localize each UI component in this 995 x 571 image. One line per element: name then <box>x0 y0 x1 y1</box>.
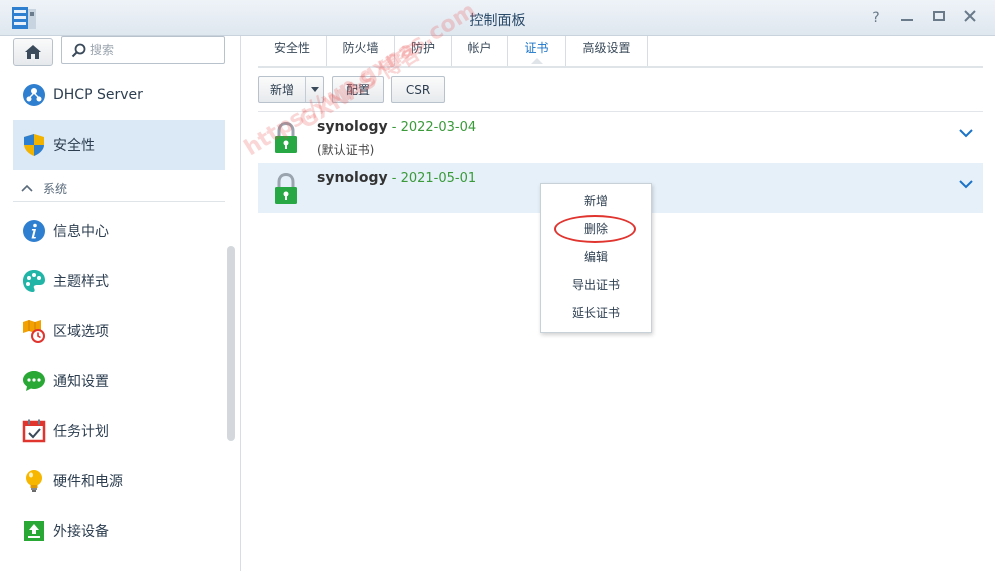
highlight-circle-annotation <box>554 215 636 243</box>
sidebar-item-label: 主题样式 <box>53 274 109 290</box>
notification-chat-icon <box>21 368 47 394</box>
certificate-date: - 2021-05-01 <box>387 171 477 186</box>
menu-item-renew-certificate[interactable]: 延长证书 <box>541 302 651 324</box>
search-input[interactable] <box>90 41 218 59</box>
sidebar-item-label: 区域选项 <box>53 324 109 340</box>
window-title: 控制面板 <box>469 13 526 29</box>
sidebar: DHCP Server 安全性 系统 信息中心 <box>0 36 241 571</box>
dhcp-network-icon <box>21 82 47 108</box>
maximize-icon[interactable] <box>929 8 949 28</box>
sidebar-item-label: 任务计划 <box>53 424 109 440</box>
section-label: 系统 <box>43 182 68 196</box>
regional-options-icon <box>21 318 47 344</box>
tab-account[interactable]: 帐户 <box>452 36 508 66</box>
task-scheduler-icon <box>21 418 47 444</box>
sidebar-item-dhcp-server[interactable]: DHCP Server <box>13 70 225 120</box>
sidebar-item-security[interactable]: 安全性 <box>13 120 225 170</box>
chevron-down-icon[interactable] <box>959 179 973 189</box>
sidebar-item-info-center[interactable]: 信息中心 <box>13 206 225 256</box>
external-device-icon <box>21 518 47 544</box>
menu-item-new[interactable]: 新增 <box>541 190 651 212</box>
sidebar-item-task-scheduler[interactable]: 任务计划 <box>13 406 225 456</box>
theme-palette-icon <box>21 268 47 294</box>
section-header-system[interactable]: 系统 <box>13 176 225 202</box>
home-icon <box>25 45 41 59</box>
sidebar-item-theme[interactable]: 主题样式 <box>13 256 225 306</box>
certificate-default-label: (默认证书) <box>317 143 375 157</box>
certificate-date: - 2022-03-04 <box>387 120 477 135</box>
sidebar-item-notifications[interactable]: 通知设置 <box>13 356 225 406</box>
sidebar-item-label: 信息中心 <box>53 224 109 240</box>
info-center-icon <box>21 218 47 244</box>
security-shield-icon <box>21 132 47 158</box>
close-icon[interactable] <box>960 8 980 28</box>
sidebar-item-external-devices[interactable]: 外接设备 <box>13 506 225 556</box>
context-menu: 新增 删除 编辑 导出证书 延长证书 <box>540 183 652 333</box>
certificate-name: synology - 2022-03-04 <box>317 119 476 135</box>
sidebar-item-label: 外接设备 <box>53 524 109 540</box>
hardware-power-bulb-icon <box>21 468 47 494</box>
menu-item-edit[interactable]: 编辑 <box>541 246 651 268</box>
tab-security[interactable]: 安全性 <box>258 36 327 66</box>
sidebar-item-label: 安全性 <box>53 138 95 154</box>
sidebar-item-label: DHCP Server <box>53 87 143 103</box>
sidebar-scrollbar[interactable] <box>227 246 235 441</box>
lock-icon <box>275 173 297 204</box>
certificate-name: synology - 2021-05-01 <box>317 170 476 186</box>
help-icon[interactable]: ? <box>866 8 886 28</box>
minimize-icon[interactable] <box>897 8 917 28</box>
sidebar-item-regional-options[interactable]: 区域选项 <box>13 306 225 356</box>
tab-advanced[interactable]: 高级设置 <box>566 36 648 66</box>
active-tab-indicator <box>531 58 543 64</box>
csr-button[interactable]: CSR <box>391 76 445 103</box>
menu-item-export-certificate[interactable]: 导出证书 <box>541 274 651 296</box>
certificate-row[interactable]: synology - 2022-03-04 (默认证书) <box>258 112 983 162</box>
certificate-name-text: synology <box>317 170 388 186</box>
sidebar-item-label: 硬件和电源 <box>53 474 123 490</box>
chevron-up-icon <box>21 182 33 195</box>
title-bar: 控制面板 ? <box>0 0 995 36</box>
new-button[interactable]: 新增 <box>259 77 305 102</box>
sidebar-item-hardware-power[interactable]: 硬件和电源 <box>13 456 225 506</box>
home-button[interactable] <box>13 38 53 66</box>
sidebar-item-label: 通知设置 <box>53 374 109 390</box>
chevron-down-icon[interactable] <box>959 128 973 138</box>
search-box[interactable] <box>61 36 225 64</box>
search-icon <box>71 43 86 58</box>
